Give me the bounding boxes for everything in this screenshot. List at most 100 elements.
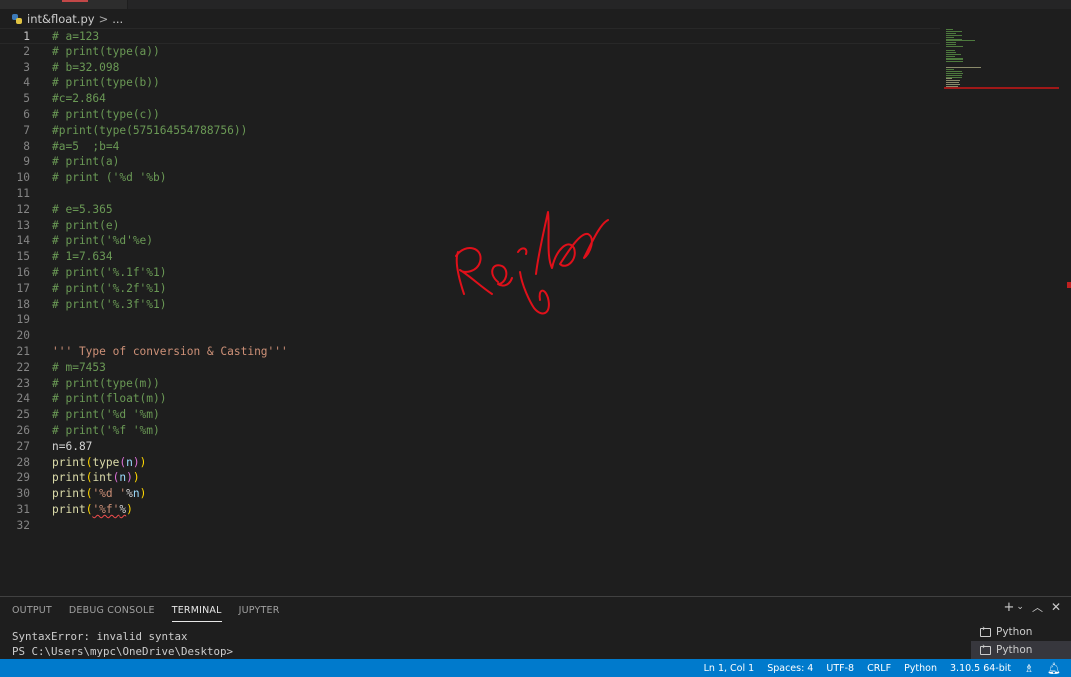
- minimap-line: [946, 38, 962, 40]
- code-line[interactable]: 9 # print(a): [0, 154, 940, 170]
- minimap-line: [946, 78, 952, 80]
- line-number: 27: [16, 439, 30, 453]
- editor-tab-secondary[interactable]: [127, 0, 252, 9]
- code-text: # print('%f '%m): [52, 423, 160, 439]
- code-line[interactable]: 20: [0, 328, 940, 344]
- line-number: 7: [23, 123, 30, 137]
- code-text: #print(type(575164554788756)): [52, 123, 247, 139]
- code-text: # print('%.1f'%1): [52, 265, 167, 281]
- scrollbar-error-marker: [1067, 282, 1071, 288]
- code-text: ''' Type of conversion & Casting''': [52, 344, 288, 360]
- code-line[interactable]: 8 #a=5 ;b=4: [0, 139, 940, 155]
- code-line[interactable]: 5 #c=2.864: [0, 91, 940, 107]
- chevron-down-icon[interactable]: ⌄: [1016, 602, 1024, 612]
- code-line[interactable]: 2 # print(type(a)): [0, 44, 940, 60]
- code-line[interactable]: 10 # print ('%d '%b): [0, 170, 940, 186]
- line-number: 22: [16, 360, 30, 374]
- code-line[interactable]: 31 print('%f'%): [0, 502, 940, 518]
- code-line[interactable]: 28 print(type(n)): [0, 455, 940, 471]
- minimap-line: [946, 61, 963, 63]
- plus-icon[interactable]: +: [1003, 600, 1014, 615]
- code-line[interactable]: 1 # a=123: [0, 28, 940, 44]
- minimap-line: [946, 55, 955, 57]
- bell-icon[interactable]: 🔔︎: [1047, 662, 1061, 675]
- code-text: # print(type(m)): [52, 376, 160, 392]
- line-number: 31: [16, 503, 30, 516]
- line-number: 25: [16, 408, 30, 422]
- status-cursor-position[interactable]: Ln 1, Col 1: [704, 663, 755, 674]
- line-number: 12: [16, 202, 30, 216]
- code-line[interactable]: 6 # print(type(c)): [0, 107, 940, 123]
- feedback-icon[interactable]: ♗: [1024, 662, 1034, 675]
- minimap-line: [946, 57, 963, 59]
- code-token: n: [126, 455, 133, 469]
- code-token: # 1=7.634: [52, 250, 113, 264]
- minimap-line: [946, 32, 956, 34]
- code-text: # print(type(a)): [52, 44, 160, 60]
- minimap-line: [946, 68, 954, 70]
- terminal-line: PS C:\Users\mypc\OneDrive\Desktop>: [12, 645, 234, 658]
- terminal-list: Python Python: [971, 623, 1071, 659]
- close-icon[interactable]: ✕: [1051, 600, 1061, 614]
- line-number: 4: [23, 76, 30, 90]
- line-number: 29: [16, 471, 30, 485]
- status-encoding[interactable]: UTF-8: [826, 663, 854, 674]
- terminal-instance[interactable]: Python: [971, 623, 1071, 641]
- minimap-line: [946, 36, 954, 38]
- code-line[interactable]: 3 # b=32.098: [0, 60, 940, 76]
- minimap-line: [946, 74, 962, 76]
- minimap-line: [946, 86, 958, 87]
- code-token: # b=32.098: [52, 60, 120, 74]
- line-number: 10: [16, 171, 30, 185]
- tab-terminal[interactable]: TERMINAL: [171, 599, 222, 622]
- code-line[interactable]: 24 # print(float(m)): [0, 391, 940, 407]
- code-line[interactable]: 32: [0, 518, 940, 534]
- code-token: # print(type(a)): [52, 44, 160, 58]
- code-token: int: [92, 471, 113, 485]
- breadcrumb: int&float.py > ...: [0, 9, 1071, 28]
- line-number: 24: [16, 392, 30, 406]
- code-token: # print(type(b)): [52, 76, 160, 90]
- minimap-line: [946, 34, 962, 36]
- minimap-error-marker: [944, 87, 1059, 89]
- code-line[interactable]: 26 # print('%f '%m): [0, 423, 940, 439]
- status-eol[interactable]: CRLF: [867, 663, 891, 674]
- minimap-line: [946, 59, 963, 61]
- line-number: 9: [23, 155, 30, 169]
- status-language[interactable]: Python: [904, 663, 937, 674]
- terminal-instance[interactable]: Python: [971, 641, 1071, 659]
- code-line[interactable]: 7 #print(type(575164554788756)): [0, 123, 940, 139]
- code-token: #a=5 ;b=4: [52, 139, 120, 153]
- minimap[interactable]: [944, 28, 1059, 118]
- chevron-up-icon[interactable]: ︿: [1032, 599, 1043, 615]
- code-line[interactable]: 22 # m=7453: [0, 360, 940, 376]
- line-number: 32: [16, 518, 30, 532]
- code-line[interactable]: 27 n=6.87: [0, 439, 940, 455]
- code-text: print(int(n)): [52, 470, 140, 486]
- line-number: 2: [23, 44, 30, 58]
- tab-debug-console[interactable]: DEBUG CONSOLE: [69, 599, 155, 621]
- code-line[interactable]: 29 print(int(n)): [0, 470, 940, 486]
- status-interpreter[interactable]: 3.10.5 64-bit: [950, 663, 1011, 674]
- panel-actions: + ⌄ ︿ ✕: [1003, 599, 1061, 615]
- code-line[interactable]: 23 # print(type(m)): [0, 376, 940, 392]
- breadcrumb-file[interactable]: int&float.py: [27, 12, 95, 26]
- code-line[interactable]: 25 # print('%d '%m): [0, 407, 940, 423]
- code-token: n: [132, 487, 140, 501]
- minimap-line: [946, 51, 956, 53]
- code-token: # m=7453: [52, 360, 106, 374]
- tab-output[interactable]: OUTPUT: [12, 599, 52, 621]
- code-line[interactable]: 21 ''' Type of conversion & Casting''': [0, 344, 940, 360]
- tab-jupyter[interactable]: JUPYTER: [239, 599, 280, 621]
- code-token: type: [92, 455, 120, 469]
- code-line[interactable]: 30 print('%d '%n): [0, 486, 940, 502]
- python-file-icon: [12, 13, 22, 24]
- status-indentation[interactable]: Spaces: 4: [767, 663, 813, 674]
- code-token: # a=123: [52, 30, 100, 43]
- panel-tabs: OUTPUT DEBUG CONSOLE TERMINAL JUPYTER: [0, 597, 285, 623]
- breadcrumb-more[interactable]: ...: [112, 12, 123, 26]
- minimap-line: [946, 72, 963, 74]
- minimap-line: [946, 67, 981, 68]
- code-line[interactable]: 4 # print(type(b)): [0, 75, 940, 91]
- terminal-output[interactable]: SyntaxError: invalid syntax PS C:\Users\m…: [12, 629, 233, 659]
